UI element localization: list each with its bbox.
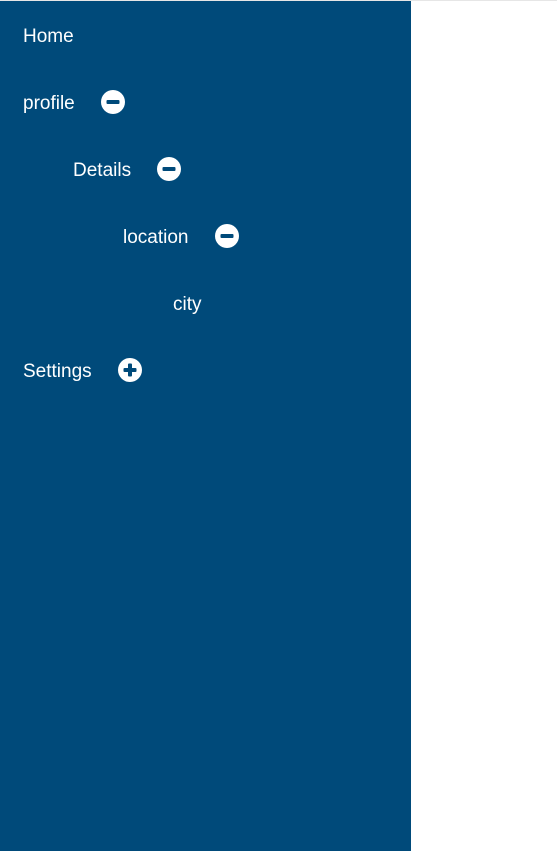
plus-circle-icon[interactable] [117,358,142,382]
minus-circle-icon[interactable] [100,90,125,114]
sidebar-item-label[interactable]: city [173,291,202,319]
sidebar-item-city[interactable]: city [173,291,202,319]
main-content-area [411,1,557,851]
sidebar-item-label[interactable]: profile [23,90,75,118]
sidebar-item-home[interactable]: Home [23,23,74,51]
sidebar-item-details[interactable]: Details [73,157,182,185]
sidebar-item-location[interactable]: location [123,224,239,252]
minus-circle-icon[interactable] [157,157,182,181]
sidebar-item-profile[interactable]: profile [23,90,125,118]
sidebar-nav: Home profile Details location city Setti… [0,1,411,851]
sidebar-item-settings[interactable]: Settings [23,358,142,386]
sidebar-item-label[interactable]: Settings [23,358,92,386]
sidebar-item-label[interactable]: Home [23,23,74,51]
sidebar-item-label[interactable]: Details [73,157,131,185]
sidebar-item-label[interactable]: location [123,224,189,252]
minus-circle-icon[interactable] [214,224,239,248]
